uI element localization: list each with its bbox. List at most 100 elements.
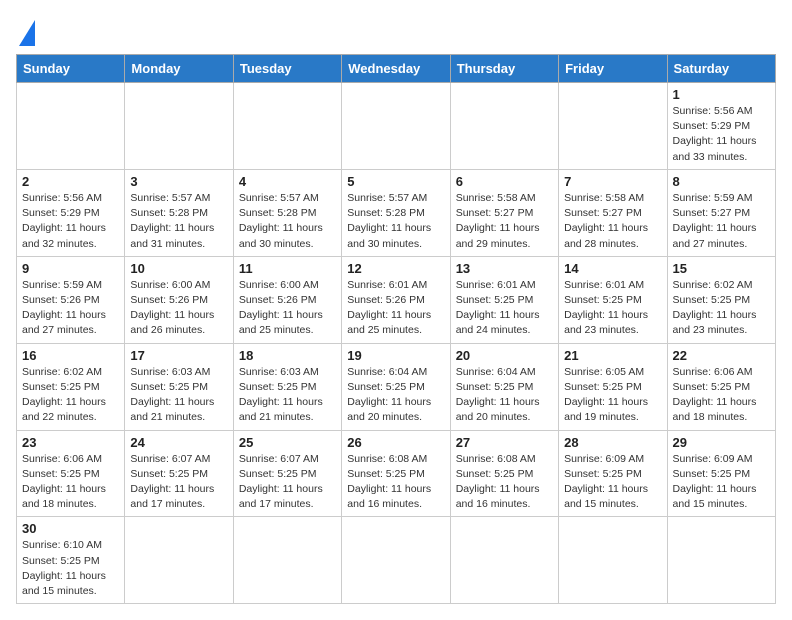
calendar-cell: 5Sunrise: 5:57 AM Sunset: 5:28 PM Daylig… [342,169,450,256]
day-info: Sunrise: 6:09 AM Sunset: 5:25 PM Dayligh… [673,452,770,513]
col-header-thursday: Thursday [450,55,558,83]
calendar-cell: 2Sunrise: 5:56 AM Sunset: 5:29 PM Daylig… [17,169,125,256]
day-info: Sunrise: 6:05 AM Sunset: 5:25 PM Dayligh… [564,365,661,426]
day-info: Sunrise: 5:56 AM Sunset: 5:29 PM Dayligh… [22,191,119,252]
calendar-cell: 29 Sunrise: 6:09 AM Sunset: 5:25 PM Dayli… [667,430,775,517]
day-info: Sunrise: 6:03 AM Sunset: 5:25 PM Dayligh… [239,365,336,426]
calendar-cell [342,83,450,170]
col-header-wednesday: Wednesday [342,55,450,83]
day-info: Sunrise: 6:06 AM Sunset: 5:25 PM Dayligh… [22,452,119,513]
day-number: 28 [564,435,661,450]
col-header-tuesday: Tuesday [233,55,341,83]
day-info: Sunrise: 6:04 AM Sunset: 5:25 PM Dayligh… [347,365,444,426]
day-number: 19 [347,348,444,363]
day-number: 7 [564,174,661,189]
day-info: Sunrise: 6:08 AM Sunset: 5:25 PM Dayligh… [347,452,444,513]
calendar-cell: 1 Sunrise: 5:56 AM Sunset: 5:29 PM Daylig… [667,83,775,170]
calendar-cell: 7 Sunrise: 5:58 AM Sunset: 5:27 PM Daylig… [559,169,667,256]
day-number: 30 [22,521,119,536]
calendar-cell: 20 Sunrise: 6:04 AM Sunset: 5:25 PM Dayli… [450,343,558,430]
calendar-cell: 13 Sunrise: 6:01 AM Sunset: 5:25 PM Dayli… [450,256,558,343]
day-number: 5 [347,174,444,189]
day-info: Sunrise: 5:58 AM Sunset: 5:27 PM Dayligh… [564,191,661,252]
calendar-cell: 12Sunrise: 6:01 AM Sunset: 5:26 PM Dayli… [342,256,450,343]
calendar-cell: 21Sunrise: 6:05 AM Sunset: 5:25 PM Dayli… [559,343,667,430]
day-number: 1 [673,87,770,102]
calendar-cell: 23 Sunrise: 6:06 AM Sunset: 5:25 PM Dayli… [17,430,125,517]
day-number: 25 [239,435,336,450]
calendar-cell [450,83,558,170]
calendar-cell: 4 Sunrise: 5:57 AM Sunset: 5:28 PM Daylig… [233,169,341,256]
calendar-cell [342,517,450,604]
day-number: 18 [239,348,336,363]
col-header-friday: Friday [559,55,667,83]
calendar-cell: 24Sunrise: 6:07 AM Sunset: 5:25 PM Dayli… [125,430,233,517]
day-info: Sunrise: 5:57 AM Sunset: 5:28 PM Dayligh… [239,191,336,252]
calendar-cell: 19 Sunrise: 6:04 AM Sunset: 5:25 PM Dayli… [342,343,450,430]
day-number: 11 [239,261,336,276]
day-number: 27 [456,435,553,450]
day-number: 15 [673,261,770,276]
calendar-cell: 15 Sunrise: 6:02 AM Sunset: 5:25 PM Dayli… [667,256,775,343]
day-number: 6 [456,174,553,189]
day-info: Sunrise: 6:07 AM Sunset: 5:25 PM Dayligh… [130,452,227,513]
calendar-cell: 26 Sunrise: 6:08 AM Sunset: 5:25 PM Dayli… [342,430,450,517]
calendar-cell [233,517,341,604]
calendar-cell: 28 Sunrise: 6:09 AM Sunset: 5:25 PM Dayli… [559,430,667,517]
day-number: 26 [347,435,444,450]
day-info: Sunrise: 6:01 AM Sunset: 5:25 PM Dayligh… [456,278,553,339]
day-info: Sunrise: 5:59 AM Sunset: 5:27 PM Dayligh… [673,191,770,252]
col-header-saturday: Saturday [667,55,775,83]
day-info: Sunrise: 6:02 AM Sunset: 5:25 PM Dayligh… [22,365,119,426]
calendar-cell [233,83,341,170]
logo-triangle-icon [19,20,35,46]
calendar-week-row: 2Sunrise: 5:56 AM Sunset: 5:29 PM Daylig… [17,169,776,256]
day-info: Sunrise: 5:56 AM Sunset: 5:29 PM Dayligh… [673,104,770,165]
day-number: 16 [22,348,119,363]
calendar-cell: 11 Sunrise: 6:00 AM Sunset: 5:26 PM Dayli… [233,256,341,343]
day-info: Sunrise: 6:00 AM Sunset: 5:26 PM Dayligh… [239,278,336,339]
calendar-cell: 25 Sunrise: 6:07 AM Sunset: 5:25 PM Dayli… [233,430,341,517]
day-number: 12 [347,261,444,276]
calendar-cell [125,83,233,170]
day-info: Sunrise: 5:57 AM Sunset: 5:28 PM Dayligh… [130,191,227,252]
day-number: 14 [564,261,661,276]
calendar-cell [450,517,558,604]
day-number: 13 [456,261,553,276]
day-info: Sunrise: 6:02 AM Sunset: 5:25 PM Dayligh… [673,278,770,339]
day-info: Sunrise: 6:04 AM Sunset: 5:25 PM Dayligh… [456,365,553,426]
day-number: 23 [22,435,119,450]
calendar-header-row: SundayMondayTuesdayWednesdayThursdayFrid… [17,55,776,83]
col-header-monday: Monday [125,55,233,83]
day-number: 22 [673,348,770,363]
header [16,16,776,46]
calendar-cell: 6 Sunrise: 5:58 AM Sunset: 5:27 PM Daylig… [450,169,558,256]
day-number: 4 [239,174,336,189]
calendar-cell: 9 Sunrise: 5:59 AM Sunset: 5:26 PM Daylig… [17,256,125,343]
calendar-cell [667,517,775,604]
calendar-cell [559,517,667,604]
calendar-cell: 30Sunrise: 6:10 AM Sunset: 5:25 PM Dayli… [17,517,125,604]
day-number: 3 [130,174,227,189]
calendar-week-row: 30Sunrise: 6:10 AM Sunset: 5:25 PM Dayli… [17,517,776,604]
calendar-week-row: 16 Sunrise: 6:02 AM Sunset: 5:25 PM Dayli… [17,343,776,430]
day-info: Sunrise: 6:07 AM Sunset: 5:25 PM Dayligh… [239,452,336,513]
logo [16,16,35,46]
day-info: Sunrise: 6:09 AM Sunset: 5:25 PM Dayligh… [564,452,661,513]
day-number: 20 [456,348,553,363]
day-number: 29 [673,435,770,450]
calendar-cell: 14Sunrise: 6:01 AM Sunset: 5:25 PM Dayli… [559,256,667,343]
day-info: Sunrise: 6:00 AM Sunset: 5:26 PM Dayligh… [130,278,227,339]
day-info: Sunrise: 6:06 AM Sunset: 5:25 PM Dayligh… [673,365,770,426]
day-info: Sunrise: 5:58 AM Sunset: 5:27 PM Dayligh… [456,191,553,252]
calendar-cell: 22 Sunrise: 6:06 AM Sunset: 5:25 PM Dayli… [667,343,775,430]
day-number: 8 [673,174,770,189]
calendar-cell [17,83,125,170]
calendar-cell: 18 Sunrise: 6:03 AM Sunset: 5:25 PM Dayli… [233,343,341,430]
day-number: 17 [130,348,227,363]
calendar-cell [559,83,667,170]
day-number: 9 [22,261,119,276]
calendar-week-row: 23 Sunrise: 6:06 AM Sunset: 5:25 PM Dayli… [17,430,776,517]
day-info: Sunrise: 5:59 AM Sunset: 5:26 PM Dayligh… [22,278,119,339]
day-number: 10 [130,261,227,276]
